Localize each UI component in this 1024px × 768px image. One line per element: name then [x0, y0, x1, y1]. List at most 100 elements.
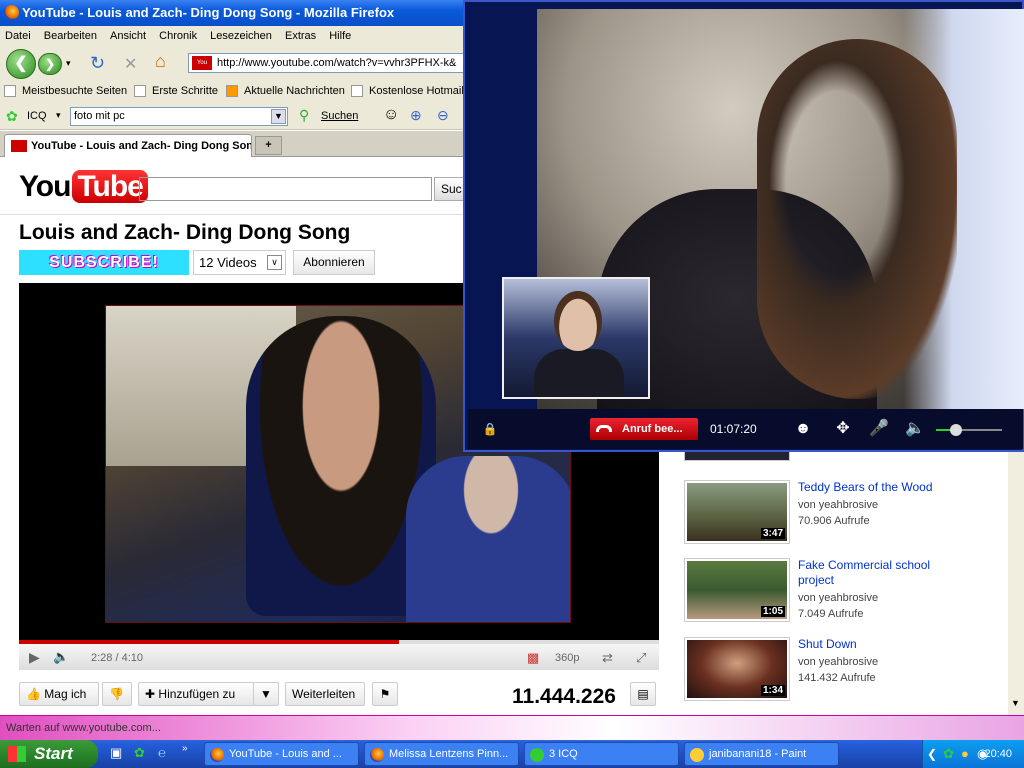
related-thumbnail[interactable]: 1:05 — [684, 558, 790, 622]
url-bar[interactable]: You http://www.youtube.com/watch?v=vvhr3… — [188, 53, 468, 73]
like-label: Mag ich — [44, 687, 87, 701]
start-button[interactable]: Start — [0, 740, 98, 768]
search-icon: ⚲ — [299, 107, 310, 123]
home-icon[interactable]: ⌂ — [155, 51, 166, 72]
icq-flower-icon: ✿ — [6, 108, 18, 124]
like-button[interactable]: 👍 Mag ich — [19, 682, 99, 706]
subscribe-banner[interactable]: SUBSCRIBE! — [19, 250, 189, 275]
related-title[interactable]: Fake Commercial school project — [798, 558, 968, 588]
scroll-down-icon[interactable]: ▼ — [1011, 698, 1020, 708]
flag-button[interactable]: ⚑ — [372, 682, 398, 706]
related-video-1[interactable]: 3:47 Teddy Bears of the Wood von yeahbro… — [684, 480, 1004, 550]
share-button[interactable]: Weiterleiten — [285, 682, 365, 706]
thumbs-up-icon: 👍 — [26, 687, 41, 701]
zoom-in-icon[interactable]: ⊕ — [410, 107, 422, 124]
chart-icon: ▤ — [637, 687, 649, 701]
youtube-logo[interactable]: You Tube — [19, 170, 148, 204]
quicklaunch-more-icon[interactable]: » — [182, 743, 188, 754]
page-scrollbar[interactable]: ▼ — [1008, 452, 1024, 715]
related-video-3[interactable]: 1:34 Shut Down von yeahbrosive 141.432 A… — [684, 637, 1004, 707]
tray-expand-icon[interactable]: ❮ — [927, 740, 937, 768]
stop-icon[interactable]: ✕ — [124, 54, 137, 74]
toolbar-search-button[interactable]: Suchen — [321, 110, 358, 122]
self-view-video[interactable] — [502, 277, 650, 399]
bookmark-erste-schritte[interactable]: Erste Schritte — [134, 80, 218, 102]
history-dropdown-icon[interactable]: ▾ — [66, 58, 71, 69]
quality-selector[interactable]: 360p — [555, 652, 579, 664]
taskbar-item-label: 3 ICQ — [549, 748, 578, 760]
icq-dropdown-icon[interactable]: ▾ — [56, 110, 61, 121]
end-call-button[interactable]: Anruf bee... — [590, 418, 698, 440]
menu-chronik[interactable]: Chronik — [154, 26, 202, 46]
related-video-2[interactable]: 1:05 Fake Commercial school project von … — [684, 558, 1004, 628]
logo-you: You — [19, 170, 71, 203]
chevron-down-icon[interactable]: ▼ — [271, 109, 286, 124]
related-views: 7.049 Aufrufe — [798, 608, 864, 620]
desktop-icon[interactable]: ▣ — [110, 745, 122, 761]
taskbar-item-melissa[interactable]: Melissa Lentzens Pinn... — [364, 742, 519, 766]
play-icon[interactable]: ▶ — [29, 649, 40, 666]
bookmark-hotmail[interactable]: Kostenlose Hotmail — [351, 80, 464, 102]
bookmark-meistbesuchte[interactable]: Meistbesuchte Seiten — [4, 80, 127, 102]
lock-icon[interactable]: 🔒 — [480, 419, 500, 439]
forward-button[interactable]: ❯ — [38, 53, 62, 75]
related-title[interactable]: Teddy Bears of the Wood — [798, 480, 968, 495]
menu-ansicht[interactable]: Ansicht — [105, 26, 151, 46]
stats-button[interactable]: ▤ — [630, 682, 656, 706]
related-thumbnail-partial[interactable] — [684, 452, 790, 461]
fullscreen-icon[interactable]: ⤢ — [636, 650, 646, 666]
icq-flower-icon[interactable]: ✿ — [943, 740, 954, 768]
annotations-icon[interactable]: ▩ — [527, 650, 539, 666]
microphone-icon[interactable]: 🎤 — [869, 419, 889, 439]
add-to-button[interactable]: ✚ Hinzufügen zu — [138, 682, 254, 706]
speaker-icon[interactable]: 🔈 — [905, 419, 925, 439]
related-author: von yeahbrosive — [798, 499, 879, 511]
action-bar: 👍 Mag ich 👎 ✚ Hinzufügen zu ▼ Weiterleit… — [0, 676, 680, 710]
self-view-face — [554, 291, 602, 351]
video-call-window: 🔒 Anruf bee... 01:07:20 ☻ ✥ 🎤 🔈 — [463, 0, 1024, 452]
related-thumbnail[interactable]: 3:47 — [684, 480, 790, 544]
taskbar-item-youtube[interactable]: YouTube - Louis and ... — [204, 742, 359, 766]
taskbar-item-paint[interactable]: janibanani18 - Paint — [684, 742, 839, 766]
video-count: 12 Videos — [199, 255, 257, 270]
dislike-button[interactable]: 👎 — [102, 682, 132, 706]
icq-flower-icon[interactable]: ✿ — [134, 745, 145, 761]
reload-icon[interactable]: ↻ — [90, 53, 105, 74]
volume-knob[interactable] — [949, 424, 962, 436]
messenger-icon[interactable]: ● — [961, 740, 969, 768]
new-tab-button[interactable]: + — [255, 136, 282, 155]
popout-icon[interactable]: ⇄ — [602, 650, 613, 666]
progress-bar[interactable] — [19, 640, 399, 644]
subscribe-button[interactable]: Abonnieren — [293, 250, 375, 275]
taskbar-item-icq[interactable]: 3 ICQ — [524, 742, 679, 766]
tab-title: YouTube - Louis and Zach- Ding Dong Song — [31, 140, 252, 152]
related-views: 70.906 Aufrufe — [798, 515, 870, 527]
taskbar-item-label: janibanani18 - Paint — [709, 748, 807, 760]
youtube-search-input[interactable] — [139, 177, 432, 201]
icq-label[interactable]: ICQ — [27, 110, 47, 122]
contact-icon[interactable]: ☻ — [793, 419, 813, 439]
volume-slider[interactable] — [936, 424, 1002, 436]
taskbar-item-label: Melissa Lentzens Pinn... — [389, 748, 509, 760]
add-to-dropdown[interactable]: ▼ — [253, 682, 279, 706]
bookmark-nachrichten[interactable]: Aktuelle Nachrichten — [226, 80, 345, 102]
paint-icon — [690, 748, 704, 762]
related-thumbnail[interactable]: 1:34 — [684, 637, 790, 701]
menu-datei[interactable]: Datei — [0, 26, 36, 46]
menu-lesezeichen[interactable]: Lesezeichen — [205, 26, 277, 46]
menu-bearbeiten[interactable]: Bearbeiten — [39, 26, 102, 46]
volume-icon[interactable]: 🔈 — [53, 649, 69, 665]
fullscreen-icon[interactable]: ✥ — [833, 419, 853, 439]
menu-hilfe[interactable]: Hilfe — [324, 26, 356, 46]
back-button[interactable]: ❮ — [6, 49, 36, 79]
toolbar-search-input[interactable]: foto mit pc ▼ — [70, 107, 288, 126]
video-count-dropdown[interactable]: 12 Videos ∨ — [193, 250, 286, 275]
ie-icon[interactable]: ℮ — [158, 745, 166, 760]
bookmark-icon — [4, 85, 16, 97]
zoom-out-icon[interactable]: ⊖ — [437, 107, 449, 124]
related-title[interactable]: Shut Down — [798, 637, 968, 652]
smiley-icon[interactable]: ☺ — [383, 106, 399, 124]
tab-youtube[interactable]: YouTube - Louis and Zach- Ding Dong Song — [4, 134, 252, 157]
end-call-label: Anruf bee... — [622, 423, 683, 435]
menu-extras[interactable]: Extras — [280, 26, 321, 46]
